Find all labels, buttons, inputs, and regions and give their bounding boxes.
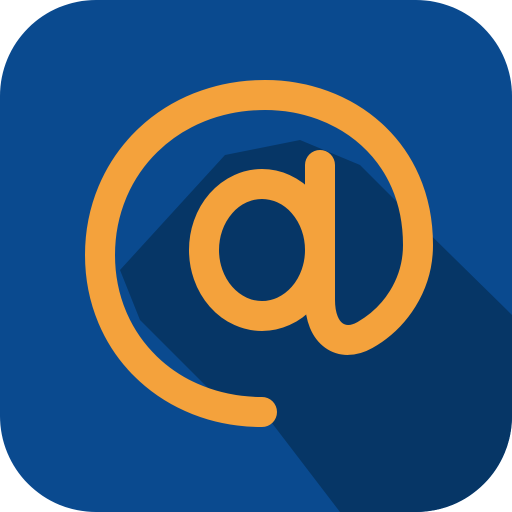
at-sign-app-icon[interactable] — [0, 0, 512, 512]
at-sign-icon — [0, 0, 512, 512]
